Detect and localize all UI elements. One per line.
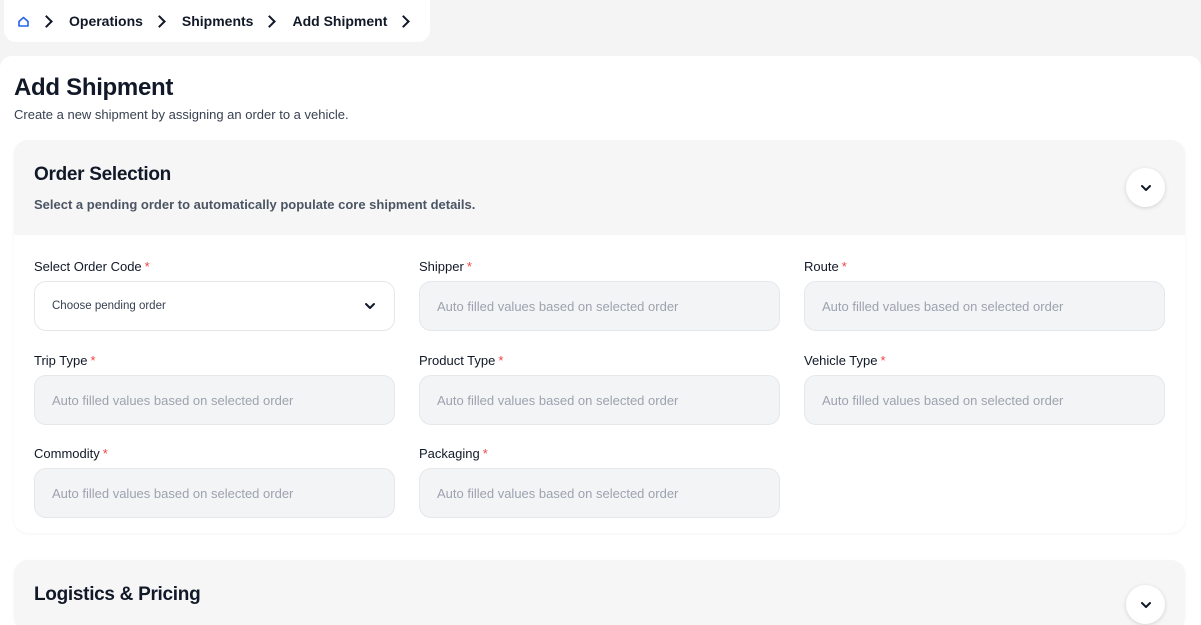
chevron-down-icon [365, 303, 375, 309]
product-type-input[interactable]: Auto filled values based on selected ord… [419, 375, 780, 425]
breadcrumb-item-add-shipment[interactable]: Add Shipment [292, 13, 387, 29]
field-label: Packaging * [419, 446, 488, 461]
chevron-down-icon [1140, 184, 1151, 191]
order-selection-card: Order Selection Select a pending order t… [14, 140, 1185, 533]
field-label: Select Order Code * [34, 259, 150, 274]
page-title: Add Shipment [14, 74, 174, 101]
chevron-right-icon [153, 14, 166, 28]
required-marker: * [144, 259, 150, 274]
field-label: Commodity * [34, 446, 108, 461]
home-icon[interactable] [16, 14, 30, 28]
route-input[interactable]: Auto filled values based on selected ord… [804, 281, 1165, 331]
required-marker: * [482, 446, 488, 461]
order-code-field: Select Order Code * Choose pending order [34, 258, 395, 331]
trip-type-input[interactable]: Auto filled values based on selected ord… [34, 375, 395, 425]
trip-type-field: Trip Type * Auto filled values based on s… [34, 352, 395, 425]
shipper-input[interactable]: Auto filled values based on selected ord… [419, 281, 780, 331]
required-marker: * [841, 259, 847, 274]
chevron-right-icon [40, 14, 53, 28]
section-description: Select a pending order to automatically … [34, 197, 476, 212]
required-marker: * [102, 446, 108, 461]
field-label: Product Type * [419, 353, 504, 368]
logistics-pricing-card: Logistics & Pricing [14, 560, 1185, 625]
page-subtitle: Create a new shipment by assigning an or… [14, 107, 349, 122]
chevron-down-icon [1140, 601, 1151, 608]
vehicle-type-input[interactable]: Auto filled values based on selected ord… [804, 375, 1165, 425]
field-label: Trip Type * [34, 353, 96, 368]
page-content: Add Shipment Create a new shipment by as… [0, 56, 1201, 625]
select-value: Choose pending order [52, 300, 166, 312]
route-field: Route * Auto filled values based on selec… [804, 258, 1165, 331]
logistics-pricing-header[interactable]: Logistics & Pricing [14, 560, 1185, 625]
collapse-toggle-button[interactable] [1126, 168, 1165, 207]
chevron-right-icon [397, 14, 411, 28]
order-code-select[interactable]: Choose pending order [34, 281, 395, 331]
breadcrumb: Operations Shipments Add Shipment [4, 0, 431, 42]
packaging-field: Packaging * Auto filled values based on s… [419, 445, 780, 518]
order-selection-header[interactable]: Order Selection Select a pending order t… [14, 140, 1185, 235]
shipper-field: Shipper * Auto filled values based on sel… [419, 258, 780, 331]
breadcrumb-item-operations[interactable]: Operations [69, 13, 143, 29]
packaging-input[interactable]: Auto filled values based on selected ord… [419, 468, 780, 518]
product-type-field: Product Type * Auto filled values based o… [419, 352, 780, 425]
field-label: Vehicle Type * [804, 353, 886, 368]
chevron-right-icon [263, 14, 277, 28]
commodity-field: Commodity * Auto filled values based on s… [34, 445, 395, 518]
commodity-input[interactable]: Auto filled values based on selected ord… [34, 468, 395, 518]
vehicle-type-field: Vehicle Type * Auto filled values based o… [804, 352, 1165, 425]
required-marker: * [498, 353, 504, 368]
required-marker: * [90, 353, 96, 368]
field-label: Route * [804, 259, 847, 274]
section-title: Order Selection [34, 164, 171, 185]
section-title: Logistics & Pricing [34, 584, 201, 605]
breadcrumb-item-shipments[interactable]: Shipments [182, 13, 254, 29]
expand-toggle-button[interactable] [1126, 585, 1165, 624]
required-marker: * [880, 353, 886, 368]
field-label: Shipper * [419, 259, 472, 274]
required-marker: * [466, 259, 472, 274]
order-selection-body: Select Order Code * Choose pending order … [14, 235, 1185, 533]
